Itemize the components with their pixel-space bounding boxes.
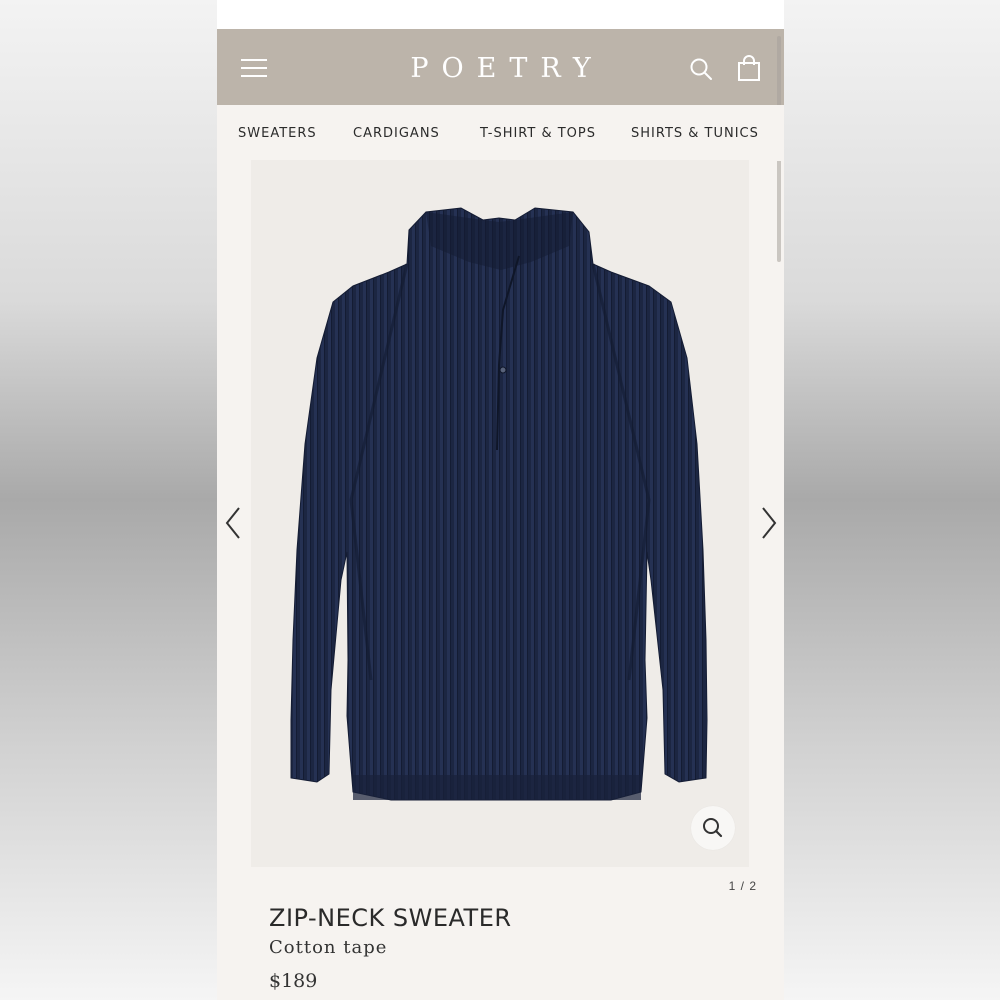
zoom-button[interactable]: [691, 806, 735, 850]
product-image[interactable]: [251, 160, 749, 867]
site-header: POETRY: [217, 29, 784, 105]
background-right: [784, 0, 1000, 1000]
product-price: $189: [269, 970, 318, 992]
chevron-left-icon: [225, 507, 240, 539]
nav-item-sweaters[interactable]: SWEATERS: [238, 126, 317, 141]
nav-item-tshirt-tops[interactable]: T-SHIRT & TOPS: [480, 126, 596, 141]
nav-item-cardigans[interactable]: CARDIGANS: [353, 126, 440, 141]
shopping-bag-icon: [738, 55, 760, 81]
next-image-button[interactable]: [759, 506, 779, 540]
chevron-right-icon: [762, 507, 777, 539]
search-button[interactable]: [689, 57, 713, 81]
image-pager: 1 / 2: [728, 879, 757, 893]
search-icon: [690, 58, 712, 80]
background-left: [0, 0, 217, 1000]
status-bar: [217, 0, 784, 29]
nav-item-shirts-tunics[interactable]: SHIRTS & TUNICS: [631, 126, 759, 141]
zoom-icon: [703, 818, 723, 838]
sweater-illustration: [290, 207, 708, 801]
product-title: ZIP-NECK SWEATER: [269, 904, 512, 932]
mobile-page: POETRY SWEATERS CARDIGANS T-SHIRT & TOPS…: [217, 0, 784, 1000]
product-material: Cotton tape: [269, 937, 388, 958]
prev-image-button[interactable]: [223, 506, 243, 540]
cart-button[interactable]: [737, 55, 761, 81]
category-nav: SWEATERS CARDIGANS T-SHIRT & TOPS SHIRTS…: [217, 105, 784, 161]
